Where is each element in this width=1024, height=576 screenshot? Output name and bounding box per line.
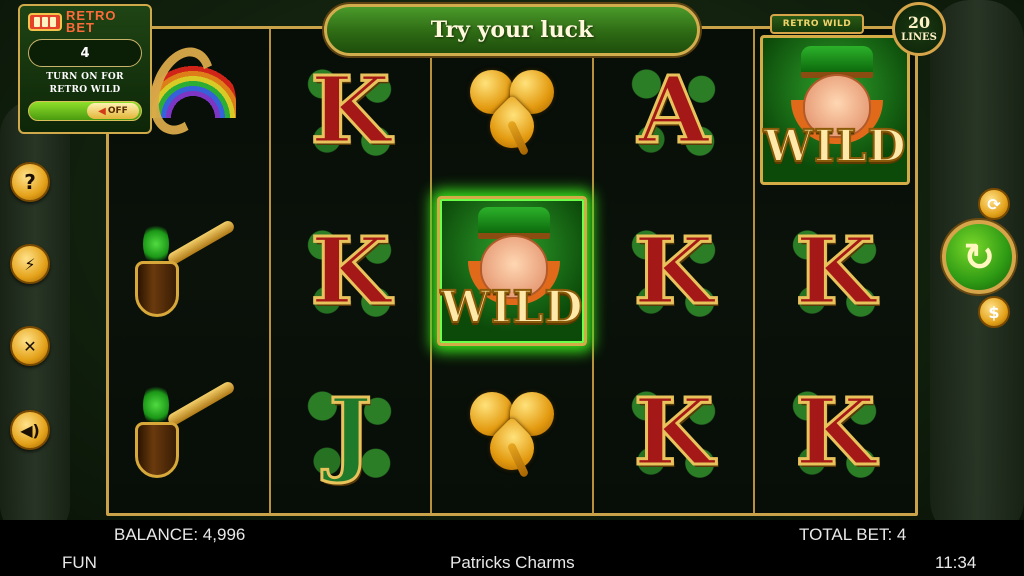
arrow-left-icon: ◀ xyxy=(98,105,106,117)
speaker-icon: ◀) xyxy=(20,420,40,440)
symbol-letter: K xyxy=(794,378,877,487)
retro-wild-tag: RETRO WILD xyxy=(770,14,864,34)
retro-wild-hint: TURN ON FOR RETRO WILD xyxy=(46,72,124,95)
king-symbol: K xyxy=(789,378,882,487)
reel-cell: WILD xyxy=(432,190,592,351)
reel-cell: K xyxy=(594,190,754,351)
symbol-letter: A xyxy=(636,55,710,164)
retro-bet-value: 4 xyxy=(28,39,142,67)
retro-wild-toggle[interactable]: ◀ OFF xyxy=(28,101,142,121)
reel-cell: K xyxy=(594,352,754,513)
reel-5: WILD K K xyxy=(755,29,915,513)
sound-button[interactable]: ◀) xyxy=(10,410,50,450)
symbol-letter: K xyxy=(794,216,877,325)
reel-cell: J xyxy=(271,352,431,513)
lightning-icon: ⚡ xyxy=(24,254,36,274)
lines-label: LINES xyxy=(901,32,937,43)
wild-label: WILD xyxy=(439,281,584,334)
ace-symbol: A xyxy=(627,55,720,164)
reel-cell: K xyxy=(755,352,915,513)
reel-cell: WILD xyxy=(755,29,915,190)
game-scene: K K J WILD A K K WILD K K Try your luck … xyxy=(0,0,1024,520)
balance-text: BALANCE: 4,996 xyxy=(114,525,246,544)
spin-arrow-icon: ↻ xyxy=(963,235,995,279)
king-symbol: K xyxy=(627,378,720,487)
reel-cell xyxy=(109,190,269,351)
wild-label: WILD xyxy=(763,120,907,173)
logo-line-2: BET xyxy=(66,20,95,35)
king-symbol: K xyxy=(304,55,397,164)
clover-symbol xyxy=(462,382,562,482)
banner-text: Try your luck xyxy=(430,17,594,43)
reel-4: A K K xyxy=(593,29,756,513)
mode-text: FUN xyxy=(62,553,97,572)
toggle-knob[interactable]: ◀ OFF xyxy=(87,103,139,119)
jack-symbol: J xyxy=(304,378,397,487)
symbol-letter: K xyxy=(632,378,715,487)
turbo-button[interactable]: ⚡ xyxy=(10,244,50,284)
symbol-letter: J xyxy=(327,378,373,487)
coin-icon: $ xyxy=(988,302,1000,322)
autoplay-button[interactable]: ⟳ xyxy=(978,188,1010,220)
symbol-letter: K xyxy=(309,216,392,325)
spin-controls: ⟳ ↻ $ xyxy=(940,184,1020,334)
title-banner: Try your luck xyxy=(324,4,700,56)
king-symbol: K xyxy=(627,216,720,325)
retro-bet-panel: RETRO BET 4 TURN ON FOR RETRO WILD ◀ OFF xyxy=(18,4,152,134)
question-icon: ? xyxy=(24,170,36,194)
clover-symbol xyxy=(462,60,562,160)
symbol-letter: K xyxy=(309,55,392,164)
reel-cell xyxy=(432,352,592,513)
reel-cell: K xyxy=(755,190,915,351)
reel-cell xyxy=(109,352,269,513)
status-bar: BALANCE: 4,996 TOTAL BET: 4 FUN Patricks… xyxy=(0,520,1024,576)
symbol-letter: K xyxy=(632,216,715,325)
total-bet-text: TOTAL BET: 4 xyxy=(799,525,907,544)
slot-machine-icon xyxy=(28,13,62,31)
wild-symbol: WILD xyxy=(436,195,587,346)
spin-button[interactable]: ↻ xyxy=(942,220,1016,294)
reel-3: WILD xyxy=(432,29,594,513)
toggle-label: OFF xyxy=(107,106,128,116)
retro-bet-logo: RETRO BET xyxy=(28,9,142,35)
lines-badge: 20 LINES xyxy=(892,2,946,56)
reel-cell: K xyxy=(271,190,431,351)
pipe-symbol xyxy=(129,218,249,321)
wild-symbol: WILD xyxy=(760,34,911,185)
help-button[interactable]: ? xyxy=(10,162,50,202)
refresh-icon: ⟳ xyxy=(987,194,1001,214)
king-symbol: K xyxy=(304,216,397,325)
game-name-text: Patricks Charms xyxy=(450,553,575,572)
lines-count: 20 xyxy=(907,13,931,32)
settings-button[interactable]: ✕ xyxy=(10,326,50,366)
reel-2: K K J xyxy=(270,29,433,513)
tools-icon: ✕ xyxy=(23,336,37,356)
king-symbol: K xyxy=(789,216,882,325)
pipe-symbol xyxy=(129,380,249,482)
clock-text: 11:34 xyxy=(935,553,977,572)
bet-button[interactable]: $ xyxy=(978,296,1010,328)
